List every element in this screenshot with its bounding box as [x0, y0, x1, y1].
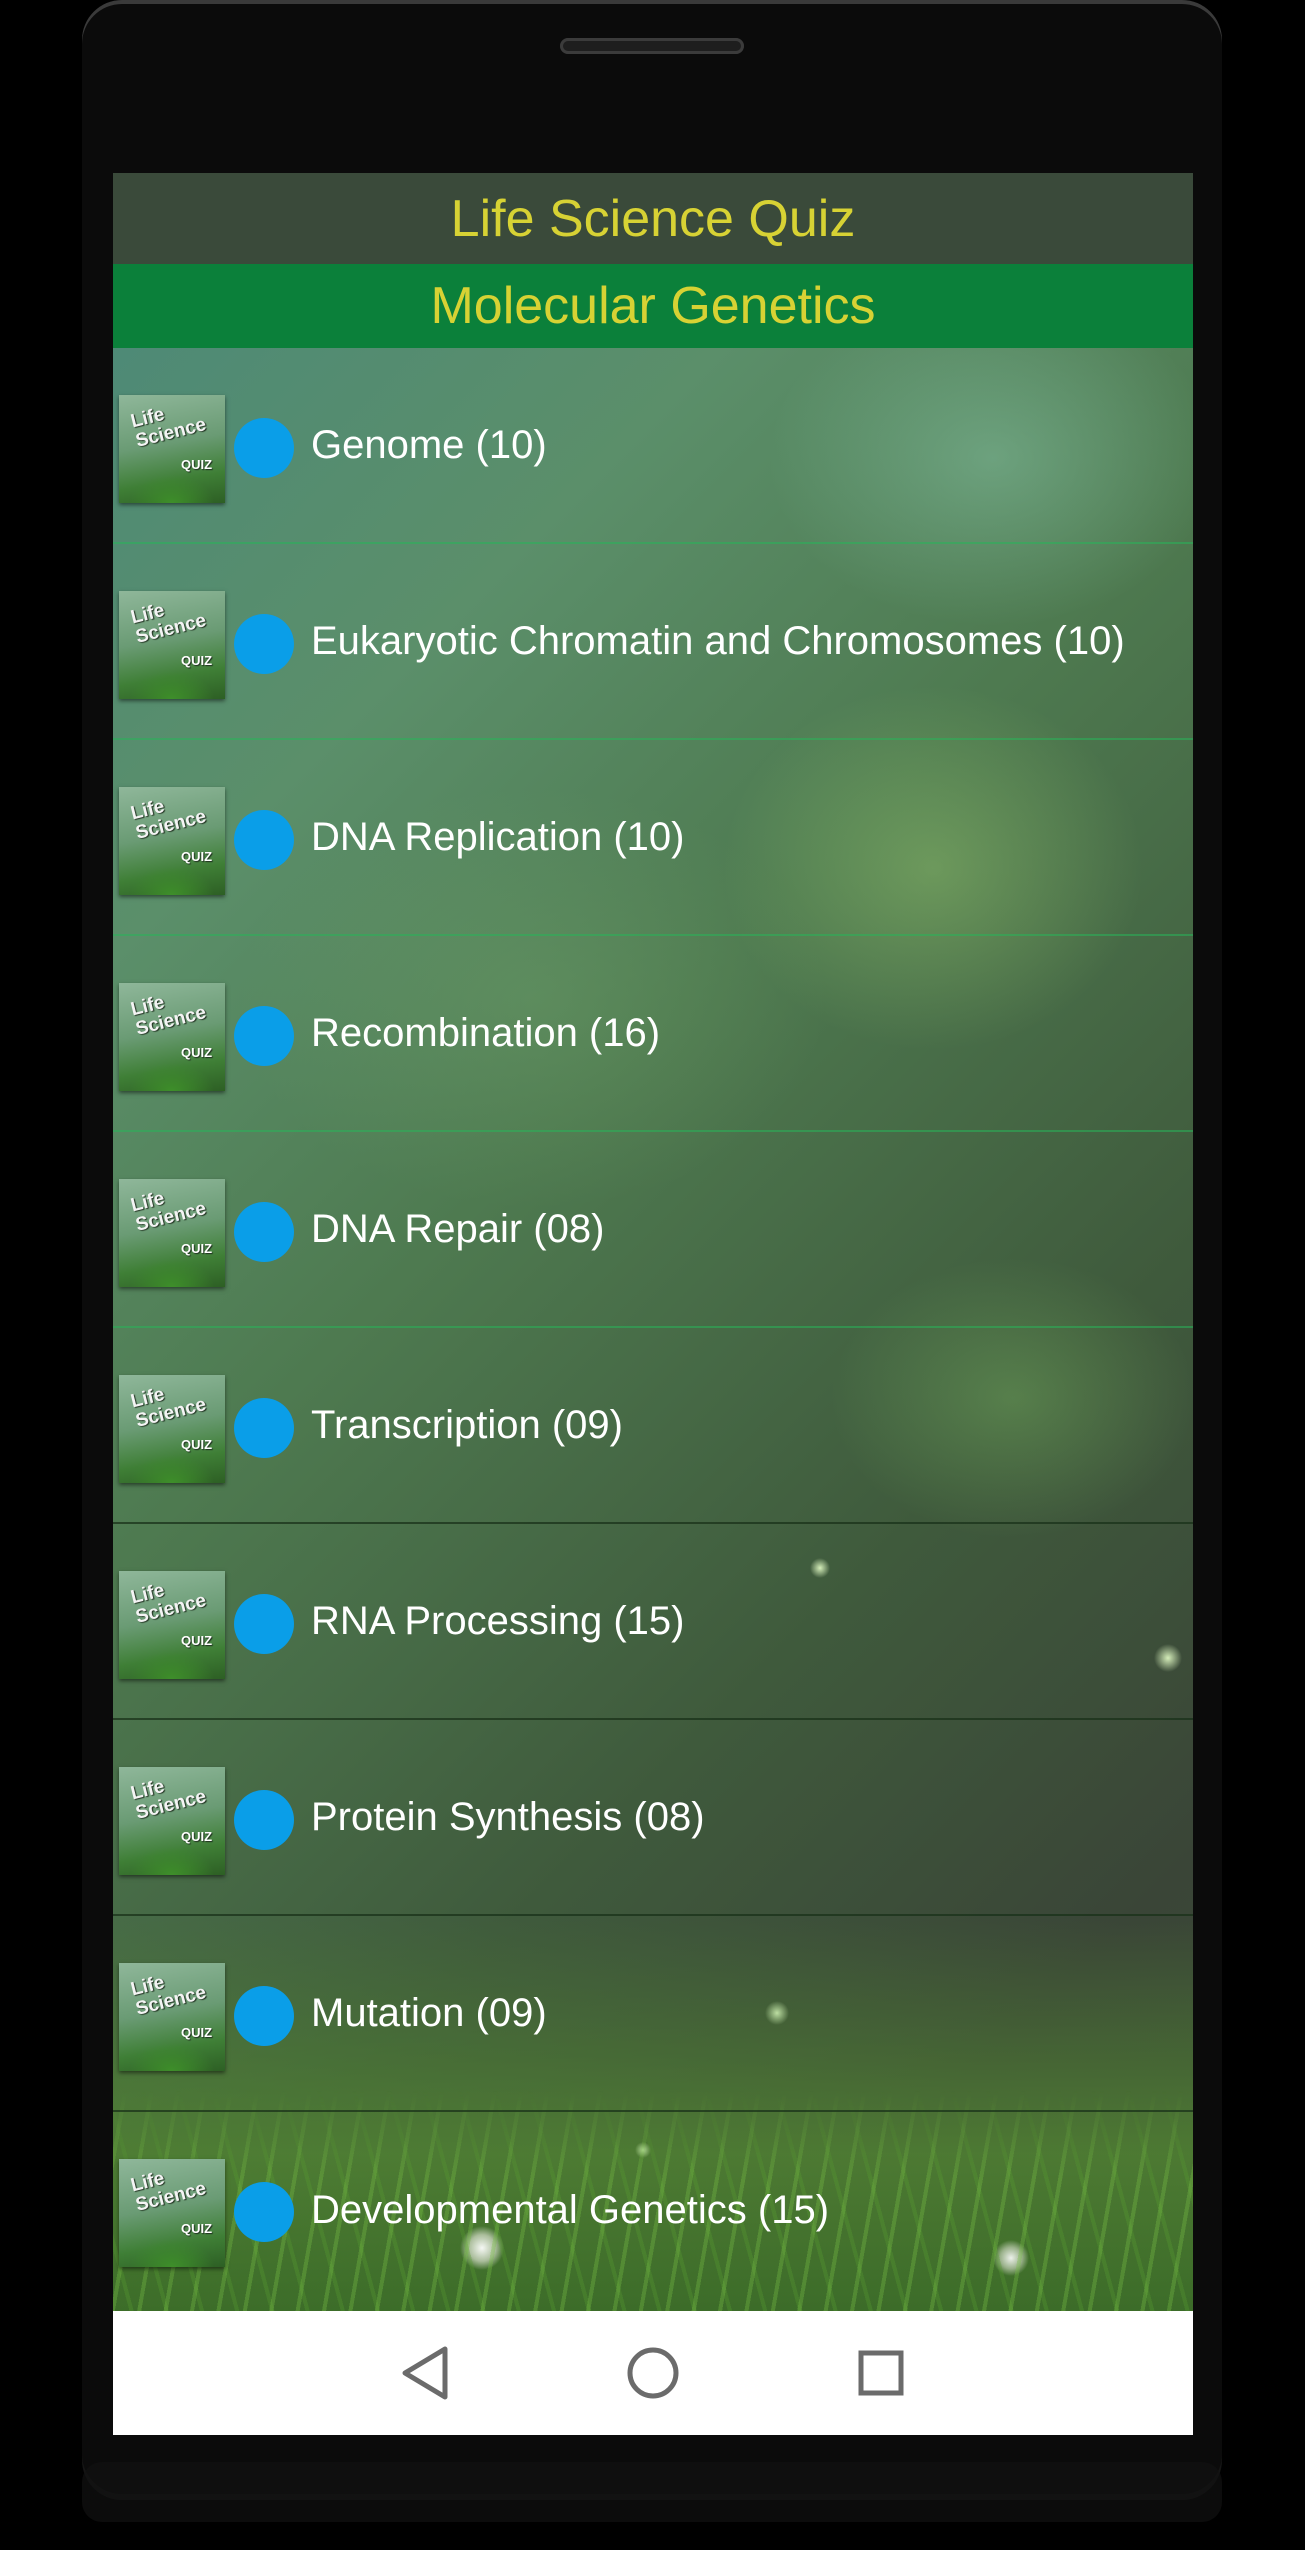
status-dot [234, 614, 294, 674]
list-item[interactable]: Life Science QUIZ DNA Repair (08) [113, 1132, 1193, 1328]
thumb-text-quiz: QUIZ [181, 1437, 213, 1452]
list-item[interactable]: Life Science QUIZ Eukaryotic Chromatin an… [113, 544, 1193, 740]
topic-list[interactable]: Life Science QUIZ Genome (10) Life Science… [113, 348, 1193, 2311]
thumb-text-quiz: QUIZ [181, 849, 213, 864]
list-item-label: Eukaryotic Chromatin and Chromosomes (10… [311, 618, 1125, 663]
thumb-text-quiz: QUIZ [181, 1633, 213, 1648]
thumb-text-quiz: QUIZ [181, 457, 213, 472]
thumb-text-quiz: QUIZ [181, 653, 213, 668]
quiz-thumbnail: Life Science QUIZ [119, 2159, 225, 2267]
thumb-text-quiz: QUIZ [181, 2221, 213, 2236]
status-dot [234, 2182, 294, 2242]
thumb-text-quiz: QUIZ [181, 2025, 213, 2040]
thumb-text-quiz: QUIZ [181, 1241, 213, 1256]
thumb-text-quiz: QUIZ [181, 1829, 213, 1844]
list-item-label: Protein Synthesis (08) [311, 1794, 705, 1839]
list-item-label: RNA Processing (15) [311, 1598, 685, 1643]
list-item[interactable]: Life Science QUIZ RNA Processing (15) [113, 1524, 1193, 1720]
status-dot [234, 1790, 294, 1850]
home-icon[interactable] [621, 2341, 685, 2405]
list-item[interactable]: Life Science QUIZ Genome (10) [113, 348, 1193, 544]
quiz-thumbnail: Life Science QUIZ [119, 395, 225, 503]
list-item[interactable]: Life Science QUIZ Transcription (09) [113, 1328, 1193, 1524]
quiz-thumbnail: Life Science QUIZ [119, 1179, 225, 1287]
status-dot [234, 1398, 294, 1458]
app-title: Life Science Quiz [450, 189, 856, 248]
quiz-thumbnail: Life Science QUIZ [119, 591, 225, 699]
status-dot [234, 810, 294, 870]
system-nav-bar [113, 2311, 1193, 2435]
status-dot [234, 1006, 294, 1066]
phone-chin [82, 2462, 1222, 2522]
list-item[interactable]: Life Science QUIZ Developmental Genetics … [113, 2112, 1193, 2308]
quiz-thumbnail: Life Science QUIZ [119, 1375, 225, 1483]
list-item-label: Developmental Genetics (15) [311, 2187, 830, 2232]
list-item[interactable]: Life Science QUIZ Protein Synthesis (08) [113, 1720, 1193, 1916]
list-item[interactable]: Life Science QUIZ DNA Replication (10) [113, 740, 1193, 936]
section-title: Molecular Genetics [430, 277, 876, 335]
list-item-label: DNA Repair (08) [311, 1206, 605, 1251]
quiz-thumbnail: Life Science QUIZ [119, 787, 225, 895]
status-dot [234, 1594, 294, 1654]
quiz-thumbnail: Life Science QUIZ [119, 983, 225, 1091]
quiz-thumbnail: Life Science QUIZ [119, 1963, 225, 2071]
app-bar: Life Science Quiz [113, 173, 1193, 264]
status-dot [234, 1986, 294, 2046]
screen: Life Science Quiz Molecular Genetics Lif… [113, 173, 1193, 2435]
list-item[interactable]: Life Science QUIZ Mutation (09) [113, 1916, 1193, 2112]
recents-icon[interactable] [849, 2341, 913, 2405]
thumb-text-quiz: QUIZ [181, 1045, 213, 1060]
list-item-label: Genome (10) [311, 422, 547, 467]
list-item-label: Mutation (09) [311, 1990, 547, 2035]
list-item[interactable]: Life Science QUIZ Recombination (16) [113, 936, 1193, 1132]
earpiece-speaker [560, 38, 744, 54]
quiz-thumbnail: Life Science QUIZ [119, 1767, 225, 1875]
status-dot [234, 418, 294, 478]
section-header: Molecular Genetics [113, 264, 1193, 348]
list-item-label: Transcription (09) [311, 1402, 623, 1447]
status-dot [234, 1202, 294, 1262]
quiz-thumbnail: Life Science QUIZ [119, 1571, 225, 1679]
back-icon[interactable] [393, 2341, 457, 2405]
list-item-label: Recombination (16) [311, 1010, 661, 1055]
list-item-label: DNA Replication (10) [311, 814, 685, 859]
